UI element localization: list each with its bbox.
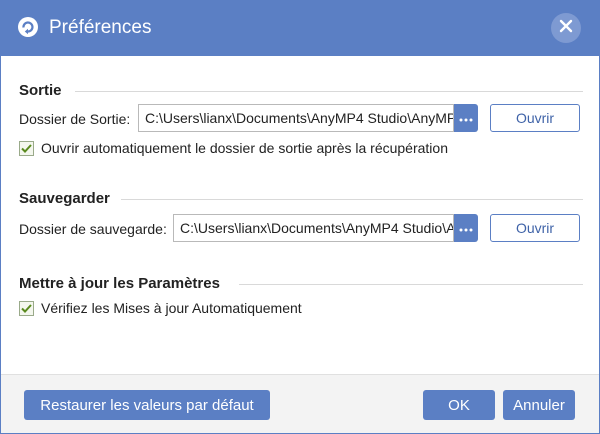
backup-folder-label: Dossier de sauvegarde: — [19, 221, 167, 237]
output-section-title: Sortie — [19, 82, 62, 99]
updates-section-title: Mettre à jour les Paramètres — [19, 275, 220, 292]
dialog-footer: Restaurer les valeurs par défaut OK Annu… — [1, 374, 599, 433]
dialog-title: Préférences — [49, 17, 152, 38]
auto-open-option[interactable]: Ouvrir automatiquement le dossier de sor… — [19, 140, 448, 156]
refresh-circle-icon — [17, 16, 39, 38]
backup-folder-field[interactable]: C:\Users\lianx\Documents\AnyMP4 Studio\A… — [173, 214, 454, 242]
auto-update-option[interactable]: Vérifiez les Mises à jour Automatiquemen… — [19, 300, 302, 316]
backup-browse-button[interactable] — [454, 214, 478, 242]
backup-section-divider — [121, 199, 583, 200]
auto-update-label: Vérifiez les Mises à jour Automatiquemen… — [41, 300, 302, 316]
close-icon — [559, 19, 573, 38]
auto-update-checkbox[interactable] — [19, 300, 34, 316]
ellipsis-icon — [459, 109, 473, 127]
auto-open-label: Ouvrir automatiquement le dossier de sor… — [41, 140, 448, 156]
close-button[interactable] — [551, 13, 581, 43]
output-section-divider — [75, 91, 583, 92]
auto-open-checkbox[interactable] — [19, 140, 34, 156]
checkmark-icon — [21, 303, 32, 313]
restore-defaults-button[interactable]: Restaurer les valeurs par défaut — [24, 390, 270, 420]
preferences-dialog: Préférences Sortie Dossier de Sortie: C:… — [0, 0, 600, 434]
checkmark-icon — [21, 143, 32, 153]
output-folder-label: Dossier de Sortie: — [19, 111, 131, 127]
output-browse-button[interactable] — [454, 104, 478, 132]
cancel-button[interactable]: Annuler — [503, 390, 575, 420]
ok-button[interactable]: OK — [423, 390, 495, 420]
backup-open-button[interactable]: Ouvrir — [490, 214, 580, 242]
ellipsis-icon — [459, 219, 473, 237]
backup-section-title: Sauvegarder — [19, 190, 110, 207]
updates-section-divider — [239, 284, 583, 285]
output-folder-field[interactable]: C:\Users\lianx\Documents\AnyMP4 Studio\A… — [138, 104, 454, 132]
title-bar: Préférences — [1, 1, 599, 56]
output-open-button[interactable]: Ouvrir — [490, 104, 580, 132]
